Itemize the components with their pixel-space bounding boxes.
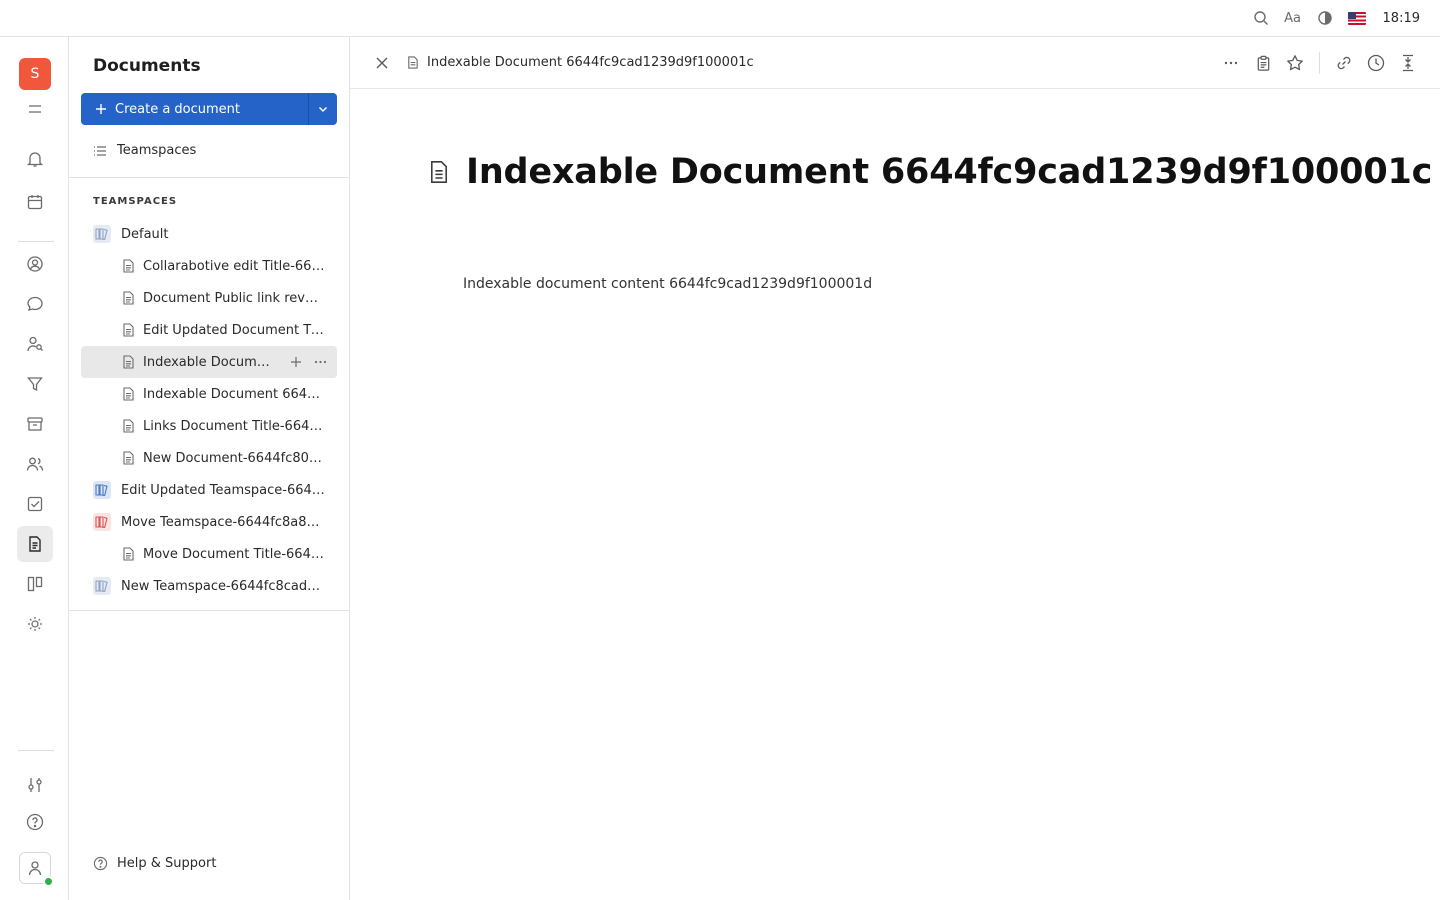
close-button[interactable]: [366, 47, 398, 79]
font-size-label: Aa: [1284, 10, 1301, 26]
workspace-avatar[interactable]: S: [19, 58, 51, 90]
user-profile-avatar[interactable]: [19, 852, 54, 887]
teamspace-item[interactable]: Edit Updated Teamspace-6644fc8ad: [81, 474, 337, 506]
item-label: Edit Updated Document Title-6644fc: [143, 322, 325, 338]
document-icon: [121, 451, 143, 465]
contacts-icon[interactable]: [17, 246, 53, 282]
inbox-archive-icon[interactable]: [17, 406, 53, 442]
people-icon[interactable]: [17, 446, 53, 482]
document-item[interactable]: Collarabotive edit Title-6644fc8ad1239d9…: [81, 250, 337, 282]
document-title[interactable]: Indexable Document 6644fc9cad1239d9f1000…: [466, 152, 1432, 192]
document-editor: Indexable Document 6644fc9cad1239d9f1000…: [350, 37, 1440, 900]
breadcrumb[interactable]: Indexable Document 6644fc9cad1239d9f1000…: [406, 55, 754, 70]
document-item[interactable]: New Document-6644fc808bd1239d9f1: [81, 442, 337, 474]
document-icon: [121, 323, 143, 337]
collapse-panel-icon[interactable]: [1392, 47, 1424, 79]
item-label: Edit Updated Teamspace-6644fc8ad: [121, 482, 325, 498]
app-rail: S: [0, 37, 69, 900]
online-status-indicator: [43, 876, 54, 887]
item-label: Links Document Title-6644fc8ad1239: [143, 418, 325, 434]
language-flag-icon[interactable]: [1341, 0, 1373, 37]
create-document-button-group: Create a document: [81, 93, 337, 125]
document-item[interactable]: Move Document Title-6644fc8ad1239d: [81, 538, 337, 570]
document-item[interactable]: Document Public link revoke-6644fc: [81, 282, 337, 314]
documents-navigator: Documents Create a document Teamspaces T…: [69, 37, 350, 900]
header-actions: [1215, 47, 1424, 79]
item-label: Indexable Document 6644fc9cad1239d9f1000…: [143, 386, 325, 402]
star-icon[interactable]: [1279, 47, 1311, 79]
help-icon[interactable]: [17, 804, 53, 840]
more-icon[interactable]: [314, 356, 327, 368]
bell-icon[interactable]: [17, 141, 53, 177]
document-icon: [408, 56, 418, 69]
item-label: New Document-6644fc808bd1239d9f1: [143, 450, 325, 466]
item-label: Collarabotive edit Title-6644fc8ad1239d9…: [143, 258, 325, 274]
item-label: Document Public link revoke-6644fc: [143, 290, 325, 306]
create-document-button[interactable]: Create a document: [81, 93, 308, 125]
document-item[interactable]: Edit Updated Document Title-6644fc: [81, 314, 337, 346]
document-icon: [121, 291, 143, 305]
more-options-icon[interactable]: [1215, 47, 1247, 79]
teamspace-item[interactable]: New Teamspace-6644fc8cad1239d9f1: [81, 570, 337, 602]
document-title-row: Indexable Document 6644fc9cad1239d9f1000…: [428, 152, 1432, 192]
create-document-label: Create a document: [115, 101, 241, 117]
document-icon: [121, 547, 143, 561]
teamspace-icon: [93, 481, 111, 499]
teamspaces-link-label: Teamspaces: [117, 143, 197, 158]
document-content[interactable]: Indexable document content 6644fc9cad123…: [463, 276, 872, 292]
document-icon: [121, 259, 143, 273]
filter-icon[interactable]: [17, 366, 53, 402]
breadcrumb-label: Indexable Document 6644fc9cad1239d9f1000…: [427, 55, 754, 70]
plus-icon: [96, 104, 106, 114]
font-size-button[interactable]: Aa: [1277, 0, 1309, 37]
item-label: New Teamspace-6644fc8cad1239d9f1: [121, 578, 325, 594]
document-item[interactable]: Links Document Title-6644fc8ad1239: [81, 410, 337, 442]
teamspace-icon: [93, 513, 111, 531]
board-icon[interactable]: [17, 566, 53, 602]
document-icon: [121, 387, 143, 401]
teamspace-item[interactable]: Move Teamspace-6644fc8a8b4c1239: [81, 506, 337, 538]
add-icon[interactable]: [290, 356, 302, 368]
teamspace-icon: [93, 577, 111, 595]
clock: 18:19: [1382, 10, 1420, 26]
help-support-label: Help & Support: [117, 856, 217, 871]
document-icon: [121, 419, 143, 433]
menu-icon[interactable]: [17, 91, 53, 127]
documents-icon[interactable]: [17, 526, 53, 562]
teamspaces-link[interactable]: Teamspaces: [93, 143, 196, 158]
tasks-icon[interactable]: [17, 486, 53, 522]
list-icon: [94, 145, 106, 156]
item-label: Indexable Document 6644fc9cad1239d9f1000…: [143, 354, 277, 370]
item-label: Default: [121, 226, 169, 242]
search-icon[interactable]: [1245, 0, 1277, 37]
create-dropdown-button[interactable]: [308, 93, 337, 125]
teamspace-icon: [93, 225, 111, 243]
document-header: Indexable Document 6644fc9cad1239d9f1000…: [350, 37, 1440, 89]
chat-icon[interactable]: [17, 286, 53, 322]
link-icon[interactable]: [1328, 47, 1360, 79]
document-title-icon: [431, 161, 447, 183]
item-label: Move Teamspace-6644fc8a8b4c1239: [121, 514, 325, 530]
calendar-icon[interactable]: [17, 184, 53, 220]
close-icon: [376, 57, 388, 68]
teamspaces-section-header: TEAMSPACES: [93, 196, 178, 207]
clipboard-icon[interactable]: [1247, 47, 1279, 79]
help-support-link[interactable]: Help & Support: [93, 856, 216, 871]
question-icon: [93, 856, 108, 871]
navigator-title: Documents: [93, 56, 201, 76]
document-icon: [121, 355, 143, 369]
theme-toggle-icon[interactable]: [1309, 0, 1341, 37]
document-item[interactable]: Indexable Document 6644fc9cad1239d9f1000…: [81, 346, 337, 378]
top-bar: Aa 18:19: [0, 0, 1440, 37]
chevron-down-icon: [318, 106, 328, 113]
recruiting-icon[interactable]: [17, 326, 53, 362]
item-label: Move Document Title-6644fc8ad1239d: [143, 546, 325, 562]
settings-sliders-icon[interactable]: [17, 767, 53, 803]
document-item[interactable]: Indexable Document 6644fc9cad1239d9f1000…: [81, 378, 337, 410]
history-clock-icon[interactable]: [1360, 47, 1392, 79]
sun-icon[interactable]: [17, 606, 53, 642]
teamspace-item[interactable]: Default: [81, 218, 337, 250]
